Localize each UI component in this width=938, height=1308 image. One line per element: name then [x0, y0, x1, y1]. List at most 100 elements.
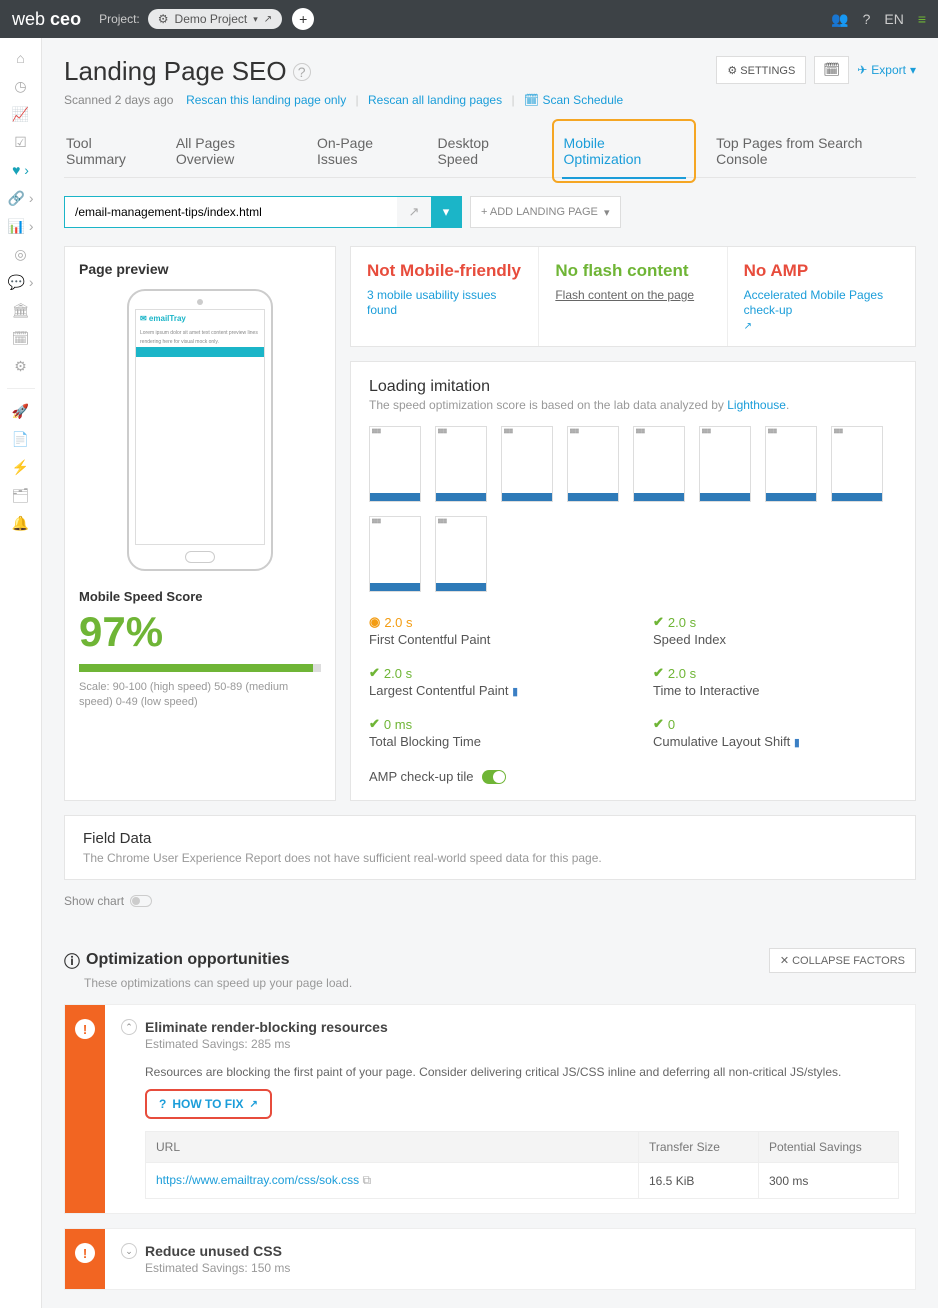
- preview-title: Page preview: [79, 261, 321, 277]
- url-input-wrapper: ↗ ▾: [64, 196, 462, 228]
- si-label: Speed Index: [653, 632, 897, 647]
- phone-mockup: ✉ emailTray Lorem ipsum dolor sit amet t…: [127, 289, 273, 571]
- chevron-down-icon: ▾: [253, 14, 258, 25]
- help-icon[interactable]: ?: [293, 63, 311, 81]
- issue-table: URL Transfer Size Potential Savings http…: [145, 1131, 899, 1199]
- expand-icon[interactable]: ⌄: [121, 1243, 137, 1259]
- lcp-label: Largest Contentful Paint ▮: [369, 683, 613, 698]
- location-icon[interactable]: ◎: [5, 242, 37, 266]
- opportunities-sub: These optimizations can speed up your pa…: [84, 976, 352, 990]
- resource-url-link[interactable]: https://www.emailtray.com/css/sok.css: [156, 1173, 359, 1187]
- help-icon[interactable]: ?: [863, 11, 871, 27]
- tab-on-page[interactable]: On-Page Issues: [315, 125, 418, 177]
- tab-tool-summary[interactable]: Tool Summary: [64, 125, 156, 177]
- url-input[interactable]: [65, 197, 397, 227]
- tbt-label: Total Blocking Time: [369, 734, 613, 749]
- link-icon[interactable]: 🔗 ›: [5, 186, 37, 210]
- amp-link[interactable]: Accelerated Mobile Pages check-up↗: [744, 288, 883, 332]
- check-icon: ✔: [369, 716, 380, 732]
- issue-description: Resources are blocking the first paint o…: [145, 1065, 899, 1079]
- external-link-icon: ↗: [264, 14, 272, 25]
- bookmark-icon: ▮: [512, 686, 518, 698]
- bolt-icon[interactable]: ⚡: [5, 455, 37, 479]
- logo: web ceo: [12, 9, 81, 30]
- amp-toggle[interactable]: [482, 770, 506, 784]
- tab-desktop[interactable]: Desktop Speed: [436, 125, 534, 177]
- speed-score-value: 97%: [79, 608, 321, 656]
- collapse-icon[interactable]: ⌃: [121, 1019, 137, 1035]
- opportunities-title: ⓘ Optimization opportunities: [64, 948, 352, 972]
- question-icon: ?: [159, 1097, 166, 1111]
- info-icon: ⓘ: [64, 948, 80, 972]
- calendar-icon: 🗓: [524, 93, 539, 107]
- issue-card-unused-css: ! ⌄ Reduce unused CSS Estimated Savings:…: [64, 1228, 916, 1290]
- chat-icon[interactable]: 💬 ›: [5, 270, 37, 294]
- copy-icon[interactable]: ⧉: [363, 1173, 372, 1187]
- project-label: Project:: [99, 12, 140, 26]
- lighthouse-link[interactable]: Lighthouse: [727, 398, 786, 412]
- tabs: Tool Summary All Pages Overview On-Page …: [64, 125, 916, 178]
- table-row: https://www.emailtray.com/css/sok.css ⧉ …: [146, 1163, 899, 1199]
- how-to-fix-button[interactable]: ? HOW TO FIX ↗: [145, 1089, 272, 1119]
- field-data-title: Field Data: [83, 830, 897, 847]
- project-selector[interactable]: ⚙ Demo Project ▾ ↗: [148, 9, 282, 29]
- issue-severity-badge: !: [65, 1229, 105, 1289]
- calendar-button[interactable]: 🗓: [814, 56, 849, 84]
- fcp-label: First Contentful Paint: [369, 632, 613, 647]
- show-chart-toggle[interactable]: Show chart: [64, 894, 916, 908]
- gear-icon[interactable]: ⚙: [5, 354, 37, 378]
- amp-toggle-row: AMP check-up tile: [369, 769, 897, 784]
- left-sidebar: ⌂ ◷ 📈 ☑ ♥ › 🔗 › 📊 › ◎ 💬 › 🏛 🗓 ⚙ 🚀 📄 ⚡ 🗂 …: [0, 38, 42, 1308]
- calendar-icon[interactable]: 🗓: [5, 326, 37, 350]
- scan-schedule-link[interactable]: 🗓 Scan Schedule: [524, 93, 623, 107]
- no-flash-title: No flash content: [555, 261, 710, 281]
- flash-sub: Flash content on the page: [555, 288, 694, 302]
- loading-imitation-card: Loading imitation The speed optimization…: [350, 361, 916, 801]
- add-project-button[interactable]: +: [292, 8, 314, 30]
- bars-icon[interactable]: 📊 ›: [5, 214, 37, 238]
- tab-top-pages[interactable]: Top Pages from Search Console: [714, 125, 916, 177]
- speed-score-label: Mobile Speed Score: [79, 589, 321, 604]
- export-button[interactable]: ✈ Export ▾: [857, 56, 916, 84]
- field-data-card: Field Data The Chrome User Experience Re…: [64, 815, 916, 880]
- users-icon[interactable]: 👥: [831, 11, 848, 28]
- issue-title: Eliminate render-blocking resources: [145, 1019, 388, 1035]
- issue-savings: Estimated Savings: 285 ms: [145, 1037, 899, 1051]
- menu-icon[interactable]: ≡: [918, 11, 926, 27]
- rocket-icon[interactable]: 🚀: [5, 399, 37, 423]
- not-mobile-friendly-title: Not Mobile-friendly: [367, 261, 522, 281]
- language-switch[interactable]: EN: [884, 11, 903, 27]
- loading-title: Loading imitation: [369, 378, 897, 396]
- add-landing-button[interactable]: + ADD LANDING PAGE ▾: [470, 196, 621, 228]
- tab-all-pages[interactable]: All Pages Overview: [174, 125, 297, 177]
- cls-label: Cumulative Layout Shift ▮: [653, 734, 897, 749]
- report-icon[interactable]: 📄: [5, 427, 37, 451]
- rescan-this-link[interactable]: Rescan this landing page only: [186, 93, 346, 107]
- checkbox-icon[interactable]: ☑: [5, 130, 37, 154]
- health-icon[interactable]: ♥ ›: [5, 158, 37, 182]
- chart-icon[interactable]: 📈: [5, 102, 37, 126]
- home-icon[interactable]: ⌂: [5, 46, 37, 70]
- usability-issues-link[interactable]: 3 mobile usability issues found: [367, 288, 496, 317]
- collapse-factors-button[interactable]: ✕ COLLAPSE FACTORS: [769, 948, 916, 973]
- no-amp-title: No AMP: [744, 261, 899, 281]
- bell-icon[interactable]: 🔔: [5, 511, 37, 535]
- loading-thumbnails: ▓▓▓ ▓▓▓ ▓▓▓ ▓▓▓ ▓▓▓ ▓▓▓ ▓▓▓ ▓▓▓ ▓▓▓ ▓▓▓: [369, 426, 897, 592]
- tab-mobile[interactable]: Mobile Optimization: [562, 125, 687, 179]
- building-icon[interactable]: 🏛: [5, 298, 37, 322]
- dashboard-icon[interactable]: ◷: [5, 74, 37, 98]
- status-row: Not Mobile-friendly 3 mobile usability i…: [350, 246, 916, 347]
- page-preview-card: Page preview ✉ emailTray Lorem ipsum dol…: [64, 246, 336, 801]
- folder-icon[interactable]: 🗂: [5, 483, 37, 507]
- warning-icon: ◉: [369, 614, 380, 630]
- bookmark-icon: ▮: [794, 737, 800, 749]
- url-dropdown-button[interactable]: ▾: [431, 197, 461, 227]
- loading-sub: The speed optimization score is based on…: [369, 398, 897, 412]
- issue-savings: Estimated Savings: 150 ms: [145, 1261, 899, 1275]
- issue-title: Reduce unused CSS: [145, 1243, 282, 1259]
- top-bar: web ceo Project: ⚙ Demo Project ▾ ↗ + 👥 …: [0, 0, 938, 38]
- external-link-icon[interactable]: ↗: [397, 197, 431, 227]
- field-data-sub: The Chrome User Experience Report does n…: [83, 851, 897, 865]
- rescan-all-link[interactable]: Rescan all landing pages: [368, 93, 502, 107]
- settings-button[interactable]: ⚙ SETTINGS: [716, 56, 806, 84]
